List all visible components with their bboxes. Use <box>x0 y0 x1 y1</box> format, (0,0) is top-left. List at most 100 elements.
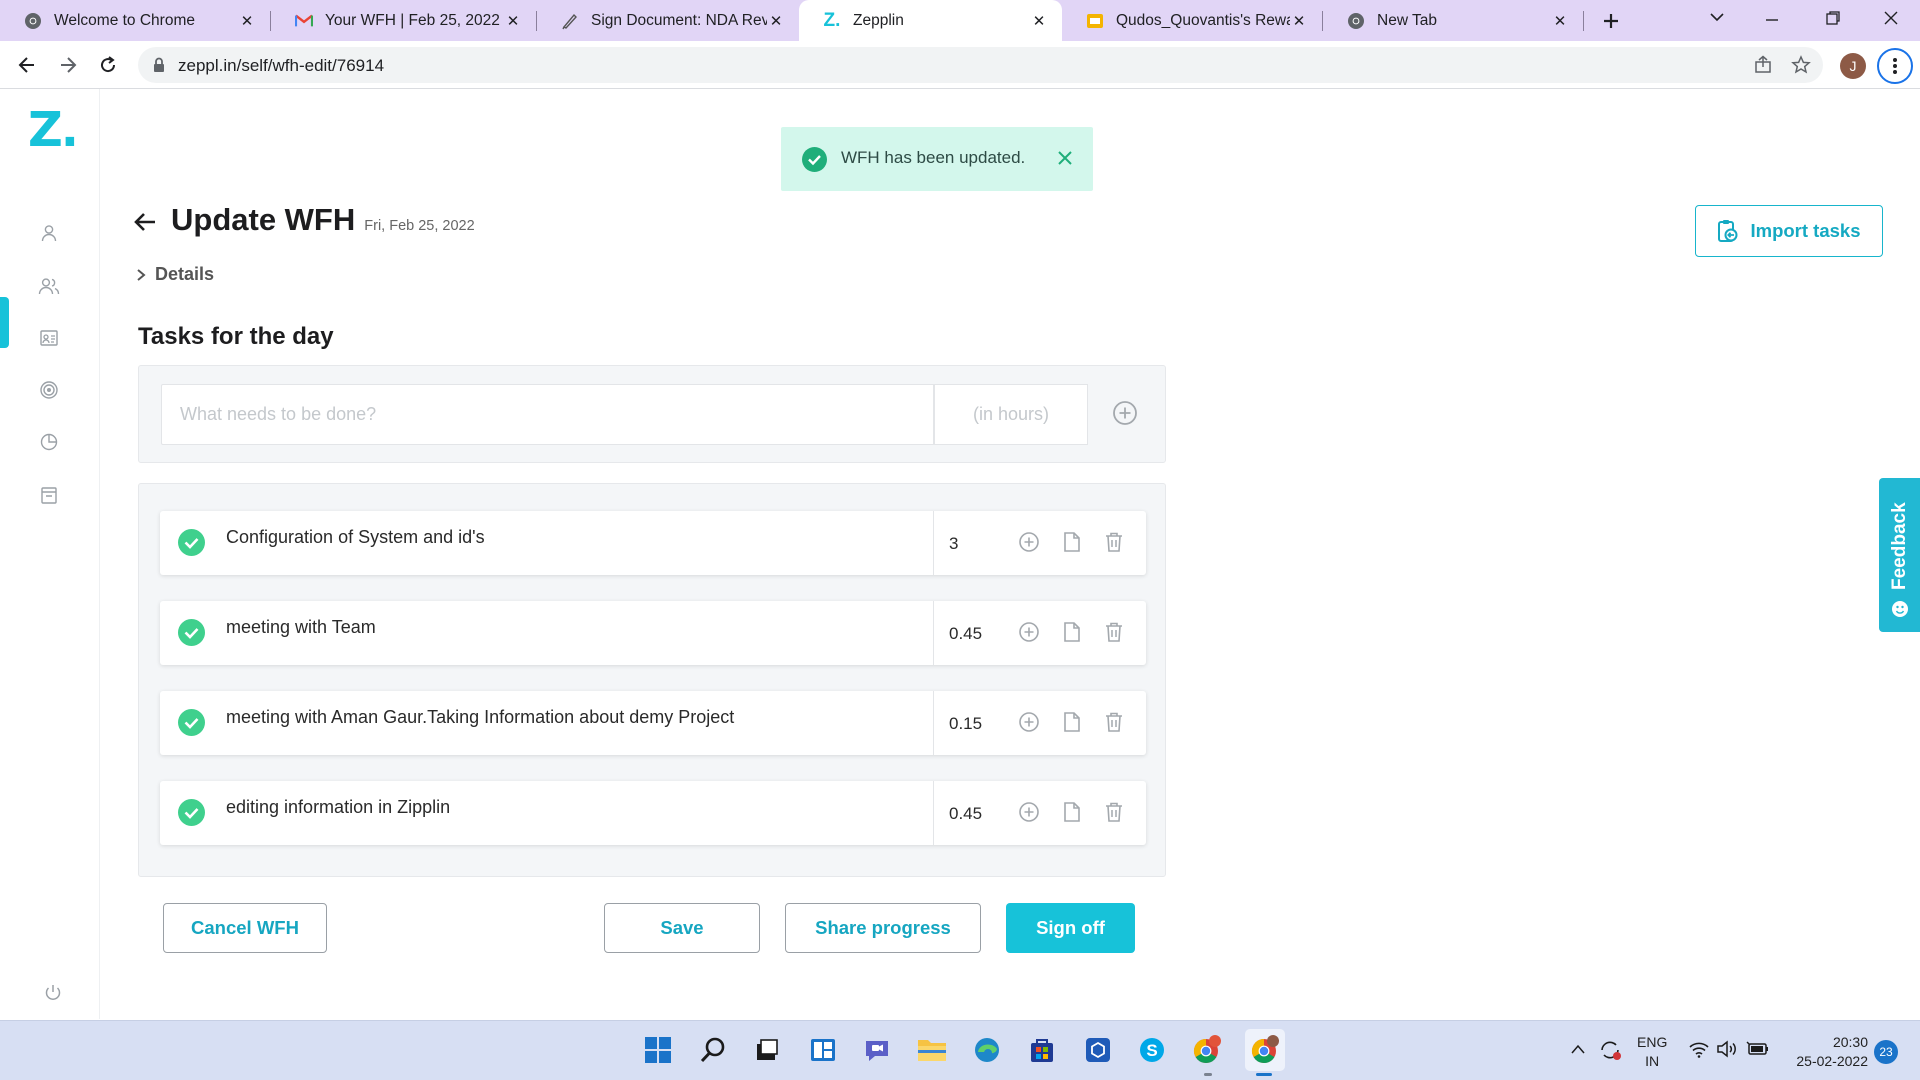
task-hours[interactable]: 0.45 <box>949 624 982 644</box>
language-indicator[interactable]: ENG IN <box>1637 1033 1667 1071</box>
task-hours[interactable]: 3 <box>949 534 958 554</box>
profile-avatar[interactable]: J <box>1840 53 1866 79</box>
region-code: IN <box>1645 1053 1660 1069</box>
url-text[interactable]: zeppl.in/self/wfh-edit/76914 <box>178 56 384 76</box>
task-notes-button[interactable] <box>1060 710 1084 734</box>
check-circle-icon[interactable] <box>178 799 205 826</box>
delete-task-button[interactable] <box>1102 620 1126 644</box>
tab-new-tab[interactable]: New Tab ✕ <box>1323 0 1583 41</box>
close-icon[interactable]: ✕ <box>504 12 522 30</box>
delete-task-button[interactable] <box>1102 530 1126 554</box>
feedback-icon <box>1891 600 1909 618</box>
address-bar[interactable]: zeppl.in/self/wfh-edit/76914 <box>138 47 1823 83</box>
close-icon[interactable]: ✕ <box>1551 12 1569 30</box>
bookmark-star-icon[interactable] <box>1791 55 1811 75</box>
task-name[interactable]: meeting with Team <box>226 617 376 638</box>
skype-button[interactable]: S <box>1135 1033 1169 1067</box>
sidebar-item-reports[interactable] <box>36 429 62 455</box>
svg-text:S: S <box>1146 1041 1157 1060</box>
tab-search-button[interactable] <box>1708 10 1726 24</box>
teams-chat-button[interactable] <box>860 1033 894 1067</box>
add-subtask-button[interactable] <box>1017 710 1041 734</box>
add-subtask-button[interactable] <box>1017 530 1041 554</box>
plus-circle-icon <box>1113 401 1137 425</box>
store-icon <box>1031 1039 1053 1062</box>
delete-task-button[interactable] <box>1102 800 1126 824</box>
task-description-input[interactable] <box>161 384 934 445</box>
close-window-button[interactable] <box>1883 10 1899 26</box>
logout-button[interactable] <box>40 980 66 1006</box>
show-hidden-icons-button[interactable] <box>1570 1043 1586 1055</box>
task-name[interactable]: Configuration of System and id's <box>226 527 485 548</box>
details-label: Details <box>155 264 215 284</box>
chrome-profile-taskbar-button[interactable] <box>1245 1029 1285 1071</box>
back-button[interactable] <box>133 212 157 232</box>
close-icon[interactable]: ✕ <box>1290 12 1308 30</box>
close-icon[interactable]: ✕ <box>1030 12 1048 30</box>
close-icon[interactable]: ✕ <box>238 12 256 30</box>
forward-button[interactable] <box>52 49 84 81</box>
task-name[interactable]: meeting with Aman Gaur.Taking Informatio… <box>226 707 734 728</box>
task-notes-button[interactable] <box>1060 620 1084 644</box>
file-explorer-button[interactable] <box>915 1033 949 1067</box>
task-notes-button[interactable] <box>1060 530 1084 554</box>
close-toast-button[interactable] <box>1056 149 1074 167</box>
feedback-tab[interactable]: Feedback <box>1879 478 1920 632</box>
notification-badge[interactable]: 23 <box>1874 1040 1898 1064</box>
new-tab-button[interactable] <box>1598 8 1624 34</box>
task-view-button[interactable] <box>750 1033 784 1067</box>
add-subtask-button[interactable] <box>1017 800 1041 824</box>
share-icon[interactable] <box>1753 55 1773 75</box>
task-hours-input[interactable] <box>934 384 1088 445</box>
store-button[interactable] <box>1025 1033 1059 1067</box>
company-portal-button[interactable] <box>1081 1033 1115 1067</box>
sidebar-item-goals[interactable] <box>36 377 62 403</box>
task-name[interactable]: editing information in Zipplin <box>226 797 450 818</box>
check-circle-icon[interactable] <box>178 619 205 646</box>
details-toggle[interactable]: Details <box>135 264 214 285</box>
sidebar-item-profile[interactable] <box>36 220 62 246</box>
tab-welcome-to-chrome[interactable]: Welcome to Chrome ✕ <box>0 0 270 41</box>
edge-button[interactable] <box>970 1033 1004 1067</box>
add-task-button[interactable] <box>1111 399 1139 427</box>
import-tasks-button[interactable]: Import tasks <box>1695 205 1883 257</box>
sidebar-item-documents[interactable] <box>36 482 62 508</box>
sign-off-button[interactable]: Sign off <box>1006 903 1135 953</box>
browser-menu-button[interactable] <box>1877 48 1913 84</box>
search-button[interactable] <box>696 1033 730 1067</box>
wifi-icon[interactable] <box>1688 1040 1710 1058</box>
close-icon[interactable]: ✕ <box>767 12 785 30</box>
widgets-button[interactable] <box>806 1033 840 1067</box>
slides-icon <box>1086 12 1104 30</box>
check-circle-icon[interactable] <box>178 709 205 736</box>
lock-icon[interactable] <box>152 57 166 73</box>
save-button[interactable]: Save <box>604 903 760 953</box>
start-button[interactable] <box>641 1033 675 1067</box>
tab-qudos[interactable]: Qudos_Quovantis's Reward ✕ <box>1062 0 1322 41</box>
sidebar-item-team[interactable] <box>36 273 62 299</box>
battery-icon[interactable] <box>1746 1040 1770 1058</box>
task-hours[interactable]: 0.45 <box>949 804 982 824</box>
sync-status-icon[interactable] <box>1598 1039 1622 1061</box>
check-circle-icon <box>802 147 827 172</box>
delete-task-button[interactable] <box>1102 710 1126 734</box>
sidebar-item-directory[interactable] <box>36 325 62 351</box>
add-subtask-button[interactable] <box>1017 620 1041 644</box>
browser-tab-strip: Welcome to Chrome ✕ Your WFH | Feb 25, 2… <box>0 0 1920 41</box>
minimize-button[interactable] <box>1764 12 1780 28</box>
tab-your-wfh[interactable]: Your WFH | Feb 25, 2022 - j ✕ <box>271 0 536 41</box>
reload-button[interactable] <box>92 49 124 81</box>
cancel-wfh-button[interactable]: Cancel WFH <box>163 903 327 953</box>
restore-button[interactable] <box>1825 10 1841 26</box>
app-logo[interactable]: Z. <box>28 102 79 158</box>
volume-icon[interactable] <box>1716 1040 1738 1058</box>
tab-sign-document[interactable]: Sign Document: NDA Revis ✕ <box>537 0 799 41</box>
task-notes-button[interactable] <box>1060 800 1084 824</box>
chrome-taskbar-button[interactable] <box>1190 1033 1224 1067</box>
tab-zepplin[interactable]: Z. Zepplin ✕ <box>799 0 1062 41</box>
system-clock[interactable]: 20:30 25-02-2022 <box>1784 1033 1868 1071</box>
share-progress-button[interactable]: Share progress <box>785 903 981 953</box>
check-circle-icon[interactable] <box>178 529 205 556</box>
task-hours[interactable]: 0.15 <box>949 714 982 734</box>
back-button[interactable] <box>11 49 43 81</box>
